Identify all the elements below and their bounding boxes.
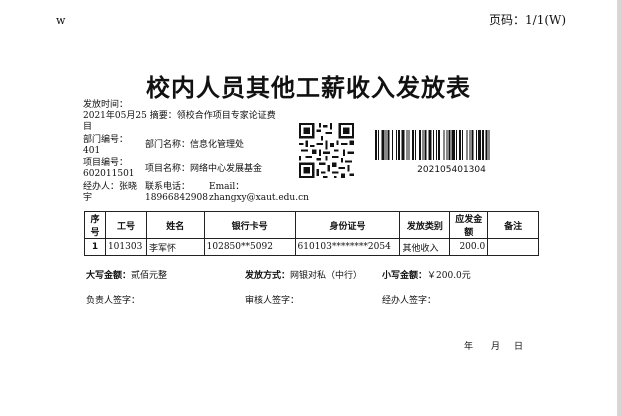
- project-name-label: 项目名称：: [145, 164, 191, 174]
- table-row: 1 101303 李军怀 102850**5092 610103********…: [84, 238, 539, 256]
- barcode-number: 202105401304: [417, 165, 486, 175]
- pay-method-label: 发放方式：: [245, 271, 291, 281]
- vertical-scrollbar[interactable]: [617, 0, 621, 416]
- dept-name-label: 部门名称：: [145, 140, 191, 150]
- page-number-label: 页码：: [489, 13, 526, 27]
- project-no-value: 602011501: [83, 169, 135, 179]
- header-remark: 备注: [487, 211, 539, 239]
- dept-name-value: 信息化管理处: [190, 140, 245, 150]
- header-left-mark: w: [56, 14, 66, 27]
- cell-id-number: 610103********2054: [294, 238, 401, 256]
- date-day: 日: [514, 342, 524, 352]
- payment-table: 序号 工号 姓名 银行卡号 身份证号 发放类别 应发金额 备注 1 101303…: [84, 211, 539, 256]
- issue-time-label: 发放时间：: [83, 100, 129, 110]
- upper-amount-value: 贰佰元整: [131, 271, 168, 281]
- date-year: 年: [464, 342, 474, 352]
- project-no-label: 项目编号：: [83, 158, 129, 168]
- lower-amount: 小写金额：￥200.0元: [382, 268, 471, 281]
- email-value: zhangxy@xaut.edu.cn: [209, 193, 309, 203]
- signature-reviewer: 审核人签字：: [245, 296, 300, 306]
- header-staff-no: 工号: [104, 211, 147, 239]
- page-number: 页码：1/1(W): [489, 11, 566, 28]
- lower-amount-label: 小写金额：: [382, 271, 428, 281]
- phone-value: 18966842908: [145, 193, 208, 203]
- barcode-icon: [375, 130, 490, 160]
- dept-no-label: 部门编号：: [83, 135, 129, 145]
- header-bank-card: 银行卡号: [203, 211, 296, 239]
- document-title: 校内人员其他工薪收入发放表: [146, 74, 471, 102]
- handler-label: 经办人：: [83, 182, 120, 192]
- header-name: 姓名: [145, 211, 205, 239]
- signature-person-in-charge: 负责人签字：: [86, 296, 141, 306]
- issue-time-value: 2021年05月25: [83, 111, 147, 121]
- cell-name: 李军怀: [145, 238, 205, 256]
- handler-line: 经办人：张晓: [83, 182, 137, 193]
- dept-no-value: 401: [83, 146, 101, 156]
- issue-summary-line: 2021年05月25 摘要：领校合作项目专家论证费: [83, 111, 276, 122]
- summary-label: 摘要：: [149, 111, 177, 121]
- header-index: 序号: [84, 211, 106, 239]
- cell-staff-no: 101303: [104, 238, 147, 256]
- summary-value: 领校合作项目专家论证费: [176, 111, 276, 121]
- cell-index: 1: [84, 238, 106, 256]
- issue-time: 发放时间：: [83, 100, 128, 111]
- qr-code-icon: [299, 123, 354, 178]
- signature-handler: 经办人签字：: [382, 296, 437, 306]
- cell-amount: 200.0: [449, 238, 489, 256]
- handler-wrap: 宇: [83, 193, 93, 203]
- handler-value: 张晓: [119, 182, 138, 192]
- date-month: 月: [491, 342, 501, 352]
- header-id-number: 身份证号: [294, 211, 401, 239]
- pay-method-value: 网银对私（中行）: [290, 271, 363, 281]
- cell-category: 其他收入: [399, 238, 451, 256]
- pay-method: 发放方式：网银对私（中行）: [245, 268, 362, 281]
- page-number-value: 1/1(W): [525, 13, 567, 27]
- header-category: 发放类别: [399, 211, 451, 239]
- upper-amount: 大写金额：贰佰元整: [86, 268, 167, 281]
- lower-amount-value: ￥200.0元: [427, 271, 471, 281]
- cell-remark: [487, 238, 539, 256]
- email-label: Email：: [209, 182, 245, 192]
- table-header-row: 序号 工号 姓名 银行卡号 身份证号 发放类别 应发金额 备注: [84, 211, 539, 239]
- project-name: 项目名称：网络中心发展基金: [145, 164, 262, 175]
- document-page: w 页码：1/1(W) 校内人员其他工薪收入发放表 发放时间： 2021年05月…: [0, 0, 617, 416]
- phone-label: 联系电话：: [145, 182, 191, 192]
- project-name-value: 网络中心发展基金: [190, 164, 263, 174]
- cell-bank-card: 102850**5092: [203, 238, 296, 256]
- summary-wrap: 目: [83, 122, 93, 132]
- header-amount: 应发金额: [449, 211, 489, 239]
- upper-amount-label: 大写金额：: [86, 271, 132, 281]
- dept-name: 部门名称：信息化管理处: [145, 140, 244, 151]
